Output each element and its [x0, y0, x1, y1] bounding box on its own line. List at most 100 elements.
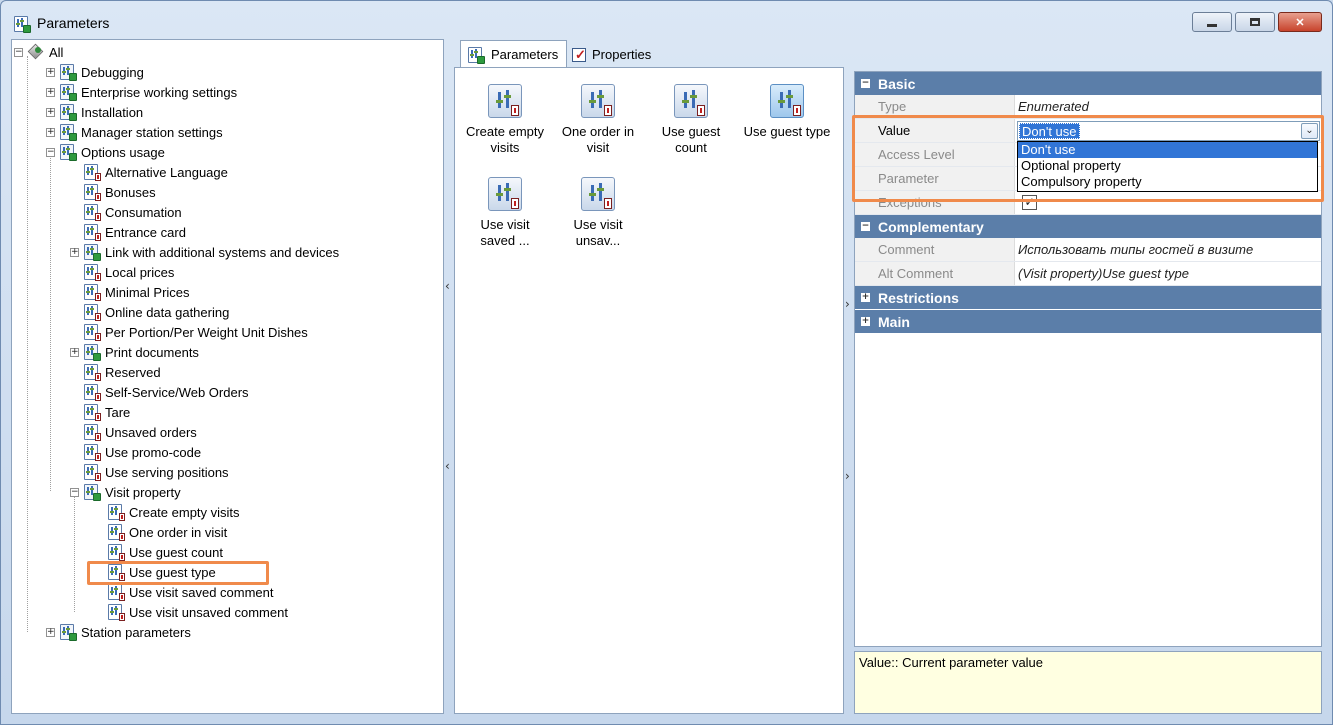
tree-item-per-portion-dishes[interactable]: Per Portion/Per Weight Unit Dishes [70, 322, 308, 342]
expand-icon[interactable]: + [46, 107, 55, 117]
tree-item-label: Consumation [105, 204, 182, 220]
tree-item-options-usage[interactable]: − Options usage [46, 142, 165, 162]
expand-right-arrow-icon[interactable]: › [845, 297, 850, 311]
tree-item-alternative-language[interactable]: Alternative Language [70, 162, 228, 182]
dropdown-option[interactable]: Compulsory property [1018, 174, 1317, 190]
exceptions-checkbox[interactable]: ✓ [1022, 195, 1037, 210]
tree-item-label: Station parameters [81, 624, 191, 640]
collapse-left-arrow-icon[interactable]: ‹ [445, 279, 450, 293]
tree-item-all[interactable]: − All [14, 42, 63, 62]
property-value: Enumerated [1018, 99, 1089, 114]
expand-icon[interactable]: + [46, 627, 55, 637]
item-use-guest-count[interactable]: Use guest count [645, 76, 737, 164]
tree-item-online-data-gathering[interactable]: Online data gathering [70, 302, 229, 322]
collapse-icon[interactable]: − [14, 47, 23, 57]
tree-item-one-order-in-visit[interactable]: One order in visit [94, 522, 227, 542]
category-main[interactable]: + Main [855, 310, 1321, 333]
category-restrictions[interactable]: + Restrictions [855, 286, 1321, 309]
expand-icon[interactable]: + [861, 293, 870, 302]
tree-item-label: Entrance card [105, 224, 186, 240]
item-create-empty-visits[interactable]: Create empty visits [459, 76, 551, 164]
tree-line [74, 496, 75, 612]
dropdown-option[interactable]: Optional property [1018, 158, 1317, 174]
tree-item-print-documents[interactable]: + Print documents [70, 342, 199, 362]
tree-item-enterprise-working-settings[interactable]: + Enterprise working settings [46, 82, 237, 102]
item-caption: Use guest [661, 124, 721, 139]
tree-item-use-promo-code[interactable]: Use promo-code [70, 442, 201, 462]
tree-item-manager-station-settings[interactable]: + Manager station settings [46, 122, 223, 142]
tree-item-self-service-web-orders[interactable]: Self-Service/Web Orders [70, 382, 249, 402]
parameters-tree[interactable]: − All + Debugging + Enterprise working s… [11, 39, 444, 714]
title-bar[interactable]: Parameters ✕ [1, 1, 1332, 37]
property-row-comment[interactable]: Comment Использовать типы гостей в визит… [855, 238, 1321, 262]
chevron-down-icon[interactable]: ⌄ [1301, 123, 1318, 139]
collapse-icon[interactable]: − [861, 222, 870, 231]
collapse-icon[interactable]: − [861, 79, 870, 88]
dropdown-option[interactable]: Don't use [1018, 142, 1317, 158]
parameter-icon [107, 503, 125, 521]
tab-parameters[interactable]: Parameters [460, 40, 568, 68]
expand-icon[interactable]: + [46, 127, 55, 137]
parameter-icon [83, 403, 101, 421]
close-button[interactable]: ✕ [1278, 12, 1322, 32]
value-dropdown-list[interactable]: Don't use Optional property Compulsory p… [1017, 141, 1318, 192]
parameter-icon [581, 177, 615, 211]
tree-item-use-visit-unsaved-comment[interactable]: Use visit unsaved comment [94, 602, 288, 622]
parameter-icon [581, 84, 615, 118]
tree-item-label: Create empty visits [129, 504, 240, 520]
tree-item-create-empty-visits[interactable]: Create empty visits [94, 502, 240, 522]
tree-item-use-visit-saved-comment[interactable]: Use visit saved comment [94, 582, 274, 602]
parameter-icon [107, 583, 125, 601]
tab-properties[interactable]: ✓ Properties [565, 41, 660, 67]
tree-item-debugging[interactable]: + Debugging [46, 62, 144, 82]
property-name: Parameter [855, 167, 1015, 190]
collapse-icon[interactable]: − [70, 487, 79, 497]
expand-icon[interactable]: + [861, 317, 870, 326]
value-selected-text: Don't use [1019, 123, 1080, 139]
maximize-button[interactable] [1235, 12, 1275, 32]
tree-item-link-with-additional-systems[interactable]: + Link with additional systems and devic… [70, 242, 339, 262]
parameter-group-icon [83, 343, 101, 361]
item-use-visit-saved-comment[interactable]: Use visit saved ... [459, 169, 551, 257]
tree-item-installation[interactable]: + Installation [46, 102, 143, 122]
tree-item-use-serving-positions[interactable]: Use serving positions [70, 462, 229, 482]
category-basic[interactable]: − Basic [855, 72, 1321, 95]
tree-item-local-prices[interactable]: Local prices [70, 262, 174, 282]
collapse-left-arrow-icon[interactable]: ‹ [445, 459, 450, 473]
tree-item-label: Use serving positions [105, 464, 229, 480]
value-dropdown[interactable]: Don't use ⌄ [1017, 121, 1320, 141]
minimize-button[interactable] [1192, 12, 1232, 32]
tree-item-use-guest-count[interactable]: Use guest count [94, 542, 223, 562]
expand-icon[interactable]: + [70, 347, 79, 357]
tree-item-consumation[interactable]: Consumation [70, 202, 182, 222]
tree-item-station-parameters[interactable]: + Station parameters [46, 622, 191, 642]
property-row-type[interactable]: Type Enumerated [855, 95, 1321, 119]
tree-item-label: Local prices [105, 264, 175, 280]
window-title: Parameters [37, 15, 110, 31]
expand-icon[interactable]: + [70, 247, 79, 257]
collapse-icon[interactable]: − [46, 147, 55, 157]
property-row-exceptions[interactable]: Exceptions ✓ [855, 191, 1321, 215]
tree-item-tare[interactable]: Tare [70, 402, 130, 422]
property-row-alt-comment[interactable]: Alt Comment (Visit property)Use guest ty… [855, 262, 1321, 286]
tree-item-entrance-card[interactable]: Entrance card [70, 222, 186, 242]
property-row-value[interactable]: Value Don't use ⌄ [855, 119, 1321, 143]
item-use-guest-type[interactable]: Use guest type [738, 76, 836, 164]
tree-item-label: Online data gathering [105, 304, 230, 320]
expand-icon[interactable]: + [46, 87, 55, 97]
tree-item-bonuses[interactable]: Bonuses [70, 182, 156, 202]
tree-item-label: Use visit saved comment [129, 584, 274, 600]
items-view[interactable]: Create empty visits One order in visit U… [454, 67, 844, 714]
tree-item-minimal-prices[interactable]: Minimal Prices [70, 282, 190, 302]
tree-item-visit-property[interactable]: − Visit property [70, 482, 181, 502]
expand-icon[interactable]: + [46, 67, 55, 77]
expand-right-arrow-icon[interactable]: › [845, 469, 850, 483]
category-complementary[interactable]: − Complementary [855, 215, 1321, 238]
item-use-visit-unsaved-comment[interactable]: Use visit unsav... [552, 169, 644, 257]
tree-item-reserved[interactable]: Reserved [70, 362, 161, 382]
item-one-order-in-visit[interactable]: One order in visit [552, 76, 644, 164]
tree-item-unsaved-orders[interactable]: Unsaved orders [70, 422, 197, 442]
category-title: Complementary [878, 218, 984, 235]
tree-item-label: Minimal Prices [105, 284, 190, 300]
parameter-icon [488, 177, 522, 211]
